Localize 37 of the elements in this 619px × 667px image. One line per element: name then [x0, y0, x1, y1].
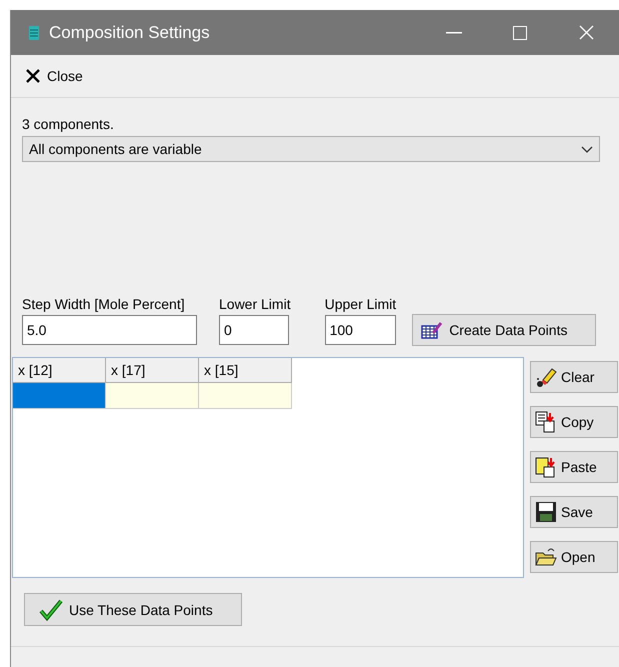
column-header[interactable]: x [17]: [106, 358, 199, 383]
chevron-icon: [581, 146, 593, 152]
field-label: Step Width [Mole Percent]: [22, 296, 186, 312]
data-grid[interactable]: x [12] x [17] x [15]: [12, 357, 524, 578]
paste-icon: [535, 456, 557, 478]
close-icon: [25, 68, 41, 84]
components-label: 3 components.: [22, 116, 115, 132]
upper-limit-field[interactable]: 100: [324, 315, 396, 345]
window-title: Composition Settings: [49, 22, 210, 42]
column-header[interactable]: x [15]: [199, 358, 292, 383]
grid-cell[interactable]: [13, 383, 106, 409]
grid-cell[interactable]: [199, 383, 292, 409]
step-width-field[interactable]: 5.0: [22, 315, 197, 345]
close-icon: [578, 25, 594, 40]
minimize-icon: [446, 32, 462, 34]
create-data-points-button[interactable]: Create Data Points: [412, 314, 596, 346]
clear-button[interactable]: Clear: [530, 361, 618, 393]
maximize-icon: [513, 26, 527, 40]
folder-icon: [535, 547, 557, 567]
copy-button[interactable]: Copy: [530, 406, 618, 438]
field-label: Lower Limit: [219, 296, 291, 312]
open-button[interactable]: Open: [530, 541, 618, 573]
use-data-points-button[interactable]: Use These Data Points: [24, 593, 242, 626]
lower-limit-field[interactable]: 0: [219, 315, 289, 345]
paste-button[interactable]: Paste: [530, 451, 618, 483]
checkmark-icon: [39, 598, 63, 620]
save-button[interactable]: Save: [530, 496, 618, 528]
copy-icon: [535, 411, 557, 433]
close-button[interactable]: Close: [23, 66, 85, 86]
column-header[interactable]: x [12]: [13, 358, 106, 383]
grid-cell[interactable]: [106, 383, 199, 409]
app-icon: [29, 26, 39, 40]
eraser-icon: [535, 366, 557, 388]
floppy-icon: [535, 501, 557, 523]
field-label: Upper Limit: [324, 296, 396, 312]
mode-dropdown[interactable]: All components are variable: [22, 136, 600, 162]
table-pencil-icon: [421, 321, 444, 339]
